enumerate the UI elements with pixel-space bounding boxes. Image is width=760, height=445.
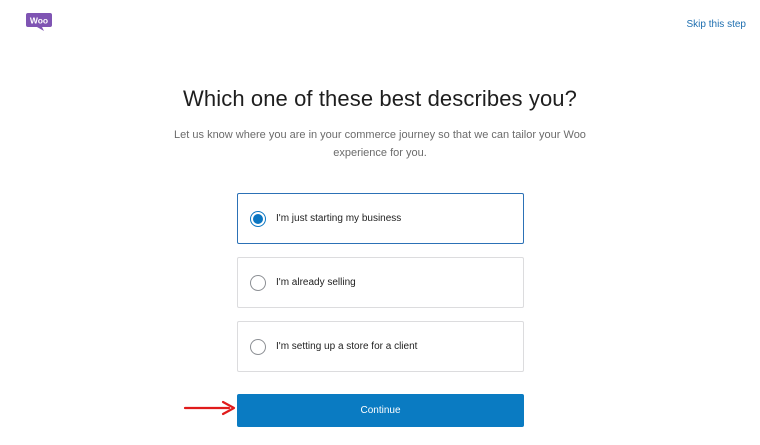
page-title: Which one of these best describes you? — [183, 86, 577, 111]
radio-button-selected[interactable] — [250, 210, 266, 227]
option-label: I'm just starting my business — [276, 213, 402, 224]
option-label: I'm already selling — [276, 277, 356, 288]
option-already-selling[interactable]: I'm already selling — [237, 257, 524, 308]
option-label: I'm setting up a store for a client — [276, 341, 418, 352]
radio-button[interactable] — [250, 274, 266, 291]
option-store-for-client[interactable]: I'm setting up a store for a client — [237, 321, 524, 372]
page-subtitle: Let us know where you are in your commer… — [174, 129, 586, 159]
logo-text: Woo — [30, 16, 48, 26]
continue-button[interactable]: Continue — [237, 394, 524, 427]
red-arrow-icon — [183, 400, 236, 416]
onboarding-page: Woo Skip this step Which one of these be… — [0, 0, 760, 445]
radio-button[interactable] — [250, 338, 266, 355]
option-just-starting[interactable]: I'm just starting my business — [237, 193, 524, 244]
business-stage-options: I'm just starting my business I'm alread… — [237, 193, 524, 385]
radio-dot — [253, 213, 263, 224]
woo-logo-icon[interactable]: Woo — [25, 12, 53, 32]
skip-this-step-link[interactable]: Skip this step — [687, 19, 746, 30]
